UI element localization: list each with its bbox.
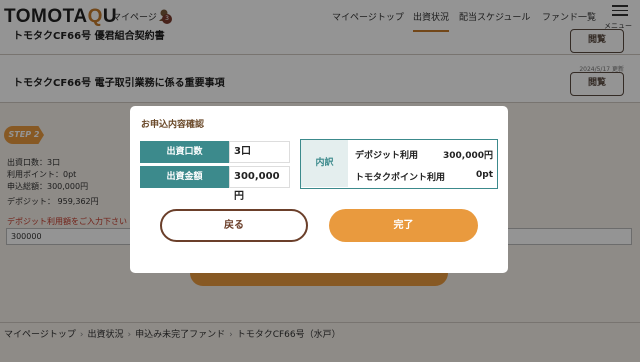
- breakdown-box: 内訳 デポジット利用 300,000円 トモタクポイント利用 0pt: [300, 139, 498, 189]
- point-usage-label: トモタクポイント利用: [355, 173, 446, 183]
- units-value: 3口: [229, 141, 290, 163]
- amount-value: 300,000円: [229, 166, 290, 202]
- amount-label: 出資金額: [140, 166, 229, 188]
- dialog-title: お申込内容確認: [141, 120, 205, 130]
- deposit-usage-label: デポジット利用: [355, 151, 419, 161]
- breakdown-label: 内訳: [301, 140, 348, 187]
- deposit-usage-value: 300,000円: [443, 151, 493, 161]
- units-label: 出資口数: [140, 141, 229, 163]
- confirmation-dialog: お申込内容確認 出資口数 3口 出資金額 300,000円 内訳 デポジット利用…: [130, 106, 508, 273]
- back-button[interactable]: 戻る: [160, 209, 308, 242]
- point-usage-value: 0pt: [475, 170, 493, 180]
- complete-button[interactable]: 完了: [329, 209, 478, 242]
